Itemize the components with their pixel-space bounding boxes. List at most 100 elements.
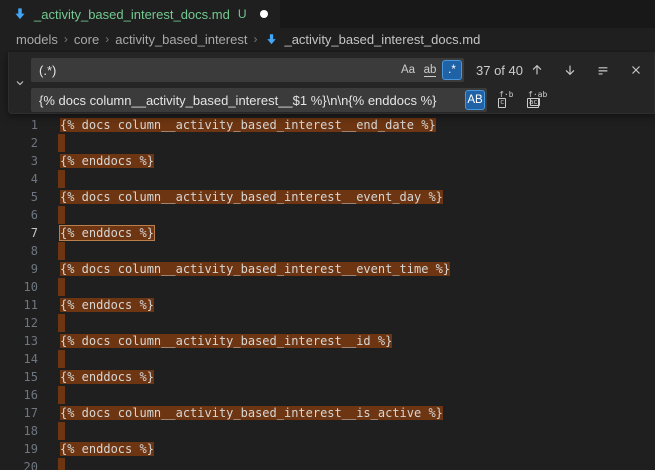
line-number: 1 [0, 116, 38, 134]
line-number: 11 [0, 296, 38, 314]
line-content [38, 134, 65, 152]
replace-value-text: {% docs column__activity_based_interest_… [39, 93, 436, 108]
line-number: 4 [0, 170, 38, 188]
replace-all-icon: f·abac [527, 92, 543, 108]
line-number: 18 [0, 422, 38, 440]
line-number: 19 [0, 440, 38, 458]
previous-match-button[interactable] [527, 60, 547, 80]
line-number: 2 [0, 134, 38, 152]
line-number: 9 [0, 260, 38, 278]
replace-input[interactable]: {% docs column__activity_based_interest_… [31, 88, 487, 112]
breadcrumb-item-models[interactable]: models [16, 32, 58, 47]
line-content [38, 278, 65, 296]
line-content: {% enddocs %} [38, 440, 154, 458]
editor-line[interactable]: 19 {% enddocs %} [0, 440, 655, 458]
breadcrumb-item-activity-based-interest[interactable]: activity_based_interest [115, 32, 247, 47]
line-content [38, 422, 65, 440]
line-content: {% docs column__activity_based_interest_… [38, 332, 392, 350]
replace-icon: f·bc [498, 92, 514, 108]
line-content [38, 242, 65, 260]
line-content [38, 350, 65, 368]
editor-line[interactable]: 12 [0, 314, 655, 332]
line-number: 20 [0, 458, 38, 470]
editor-line[interactable]: 5 {% docs column__activity_based_interes… [0, 188, 655, 206]
editor-line[interactable]: 9 {% docs column__activity_based_interes… [0, 260, 655, 278]
replace-buttons: f·bc f·abac [496, 90, 545, 110]
line-content: {% enddocs %} [38, 224, 154, 242]
find-input[interactable]: (.*) Aa ab .* [31, 58, 464, 82]
line-content: {% docs column__activity_based_interest_… [38, 188, 443, 206]
unsaved-changes-dot[interactable] [260, 10, 268, 18]
line-content [38, 386, 65, 404]
line-number: 7 [0, 224, 38, 242]
line-number: 6 [0, 206, 38, 224]
find-in-selection-button[interactable] [593, 60, 613, 80]
editor-line[interactable]: 4 [0, 170, 655, 188]
line-content: {% docs column__activity_based_interest_… [38, 116, 436, 134]
breadcrumb-item-core[interactable]: core [74, 32, 99, 47]
editor-line[interactable]: 17 {% docs column__activity_based_intere… [0, 404, 655, 422]
editor-line[interactable]: 13 {% docs column__activity_based_intere… [0, 332, 655, 350]
tab-filename: _activity_based_interest_docs.md [34, 7, 230, 22]
line-number: 13 [0, 332, 38, 350]
tab-activity-docs[interactable]: _activity_based_interest_docs.md U [0, 0, 280, 28]
line-content [38, 206, 65, 224]
line-content [38, 170, 65, 188]
editor-line[interactable]: 11 {% enddocs %} [0, 296, 655, 314]
editor-line[interactable]: 16 [0, 386, 655, 404]
editor-line[interactable]: 14 [0, 350, 655, 368]
line-number: 12 [0, 314, 38, 332]
breadcrumb-separator: › [64, 32, 68, 46]
find-nav-buttons [527, 58, 646, 82]
replace-button[interactable]: f·bc [496, 90, 516, 110]
editor-line[interactable]: 2 [0, 134, 655, 152]
editor-line[interactable]: 1 {% docs column__activity_based_interes… [0, 116, 655, 134]
close-find-widget-button[interactable] [626, 60, 646, 80]
line-content [38, 458, 65, 470]
git-status-badge: U [238, 7, 247, 21]
editor-line[interactable]: 7 {% enddocs %} [0, 224, 655, 242]
line-content: {% enddocs %} [38, 368, 154, 386]
replace-all-button[interactable]: f·abac [525, 90, 545, 110]
line-number: 16 [0, 386, 38, 404]
match-case-button[interactable]: Aa [398, 60, 418, 80]
line-content [38, 314, 65, 332]
editor-line[interactable]: 3 {% enddocs %} [0, 152, 655, 170]
editor-line[interactable]: 20 [0, 458, 655, 470]
markdown-file-icon [13, 7, 27, 21]
line-number: 5 [0, 188, 38, 206]
toggle-replace-chevron-icon[interactable] [9, 52, 31, 113]
line-content: {% enddocs %} [38, 296, 154, 314]
line-number: 10 [0, 278, 38, 296]
breadcrumb: models › core › activity_based_interest … [0, 28, 655, 50]
find-replace-widget: (.*) Aa ab .* 37 of 40 [8, 52, 655, 114]
find-query-text: (.*) [39, 63, 56, 78]
find-row: (.*) Aa ab .* 37 of 40 [31, 58, 654, 82]
line-content: {% docs column__activity_based_interest_… [38, 260, 450, 278]
match-count: 37 of 40 [476, 63, 523, 78]
whole-word-button[interactable]: ab [420, 60, 440, 80]
editor-line[interactable]: 18 [0, 422, 655, 440]
code-area: 1 {% docs column__activity_based_interes… [0, 116, 655, 470]
editor: (.*) Aa ab .* 37 of 40 [0, 50, 655, 470]
breadcrumb-separator: › [253, 32, 257, 46]
editor-line[interactable]: 8 [0, 242, 655, 260]
line-content: {% docs column__activity_based_interest_… [38, 404, 443, 422]
editor-line[interactable]: 10 [0, 278, 655, 296]
line-number: 17 [0, 404, 38, 422]
find-options: Aa ab .* [398, 60, 462, 80]
replace-row: {% docs column__activity_based_interest_… [31, 88, 654, 112]
regex-button[interactable]: .* [442, 60, 462, 80]
line-content: {% enddocs %} [38, 152, 154, 170]
line-number: 8 [0, 242, 38, 260]
editor-line[interactable]: 6 [0, 206, 655, 224]
markdown-file-icon [265, 33, 278, 46]
next-match-button[interactable] [560, 60, 580, 80]
line-number: 3 [0, 152, 38, 170]
editor-line[interactable]: 15 {% enddocs %} [0, 368, 655, 386]
preserve-case-button[interactable]: AB [465, 90, 485, 110]
line-number: 15 [0, 368, 38, 386]
line-number: 14 [0, 350, 38, 368]
tab-bar: _activity_based_interest_docs.md U [0, 0, 655, 28]
breadcrumb-item-file[interactable]: _activity_based_interest_docs.md [284, 32, 480, 47]
